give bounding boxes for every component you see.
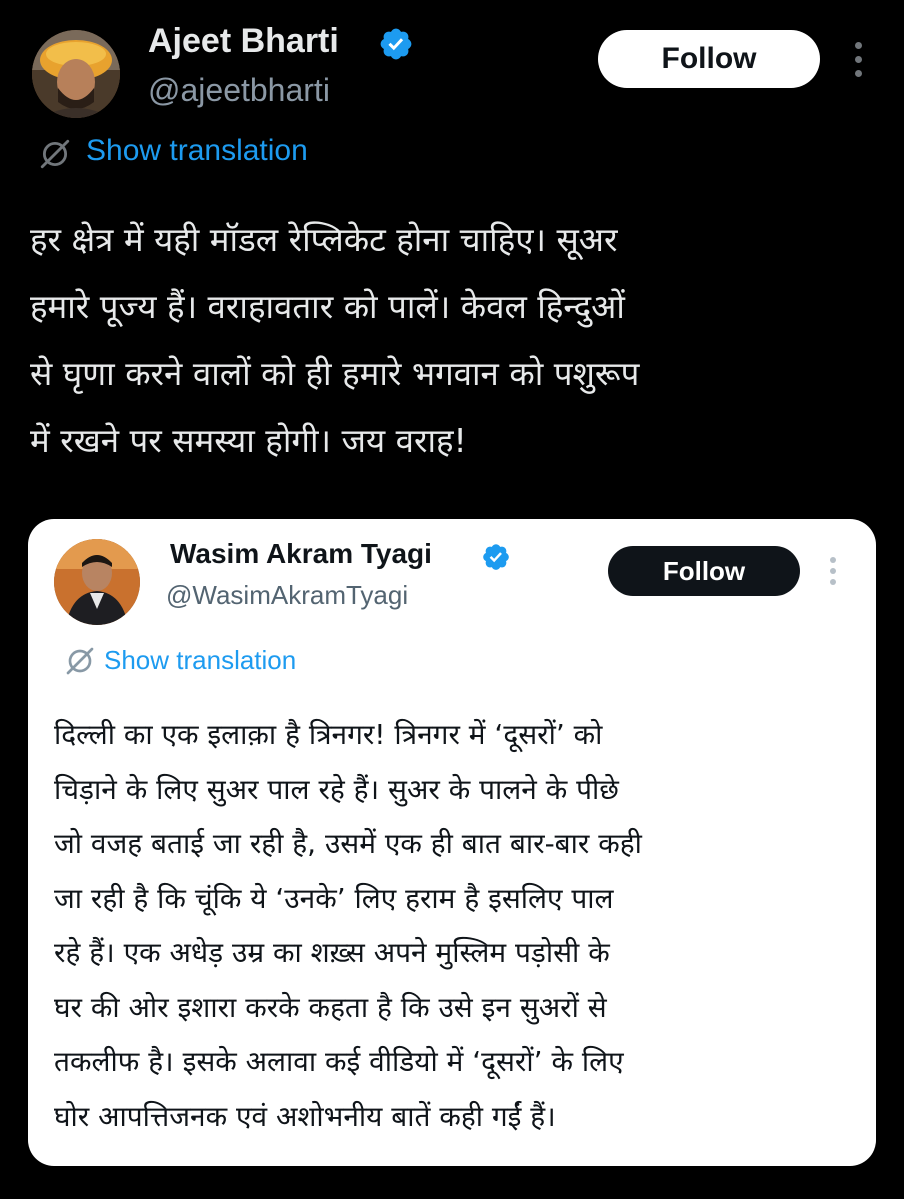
tweet-text-line: में रखने पर समस्या होगी। जय वराह! [30,421,467,460]
quoted-text-line: घोर आपत्तिजनक एवं अशोभनीय बातें कही गईं … [54,1099,556,1133]
more-options-icon[interactable] [846,38,870,80]
avatar-image [32,30,120,118]
author-avatar[interactable] [32,30,120,118]
verified-badge-icon [380,28,412,60]
quoted-author-avatar[interactable] [54,539,140,625]
quoted-text-line: चिड़ाने के लिए सुअर पाल रहे हैं। सुअर के… [54,772,619,806]
quoted-show-translation-link[interactable]: Show translation [104,645,296,676]
tweet-text-line: हमारे पूज्य हैं। वराहावतार को पालें। केव… [30,287,625,326]
quoted-text-line: दिल्ली का एक इलाक़ा है त्रिनगर! त्रिनगर … [54,718,603,751]
quoted-follow-button[interactable]: Follow [608,546,800,596]
tweet-text: हर क्षेत्र में यही मॉडल रेप्लिकेट होना च… [30,206,880,474]
quoted-more-options-icon[interactable] [822,553,844,589]
translate-icon [66,647,94,675]
quoted-tweet-text: दिल्ली का एक इलाक़ा है त्रिनगर! त्रिनगर … [54,708,864,1144]
tweet-text-line: हर क्षेत्र में यही मॉडल रेप्लिकेट होना च… [30,220,618,259]
verified-badge-icon [483,544,509,570]
author-handle[interactable]: @ajeetbharti [148,72,330,109]
quoted-author-handle[interactable]: @WasimAkramTyagi [166,580,408,611]
quoted-text-line: जो वजह बताई जा रही है, उसमें एक ही बात ब… [54,827,642,860]
avatar-image [54,539,140,625]
quoted-text-line: घर की ओर इशारा करके कहता है कि उसे इन सु… [54,990,607,1024]
quoted-author-name[interactable]: Wasim Akram Tyagi [170,538,432,570]
translate-icon [40,139,70,169]
follow-button[interactable]: Follow [598,30,820,88]
author-name[interactable]: Ajeet Bharti [148,22,339,61]
show-translation-link[interactable]: Show translation [86,134,308,168]
tweet-text-line: से घृणा करने वालों को ही हमारे भगवान को … [30,354,640,393]
quoted-text-line: जा रही है कि चूंकि ये ‘उनके’ लिए हराम है… [54,881,614,915]
quoted-text-line: रहे हैं। एक अधेड़ उम्र का शख़्स अपने मुस… [54,936,610,969]
quoted-text-line: तकलीफ है। इसके अलावा कई वीडियो में ‘दूसर… [54,1045,624,1078]
